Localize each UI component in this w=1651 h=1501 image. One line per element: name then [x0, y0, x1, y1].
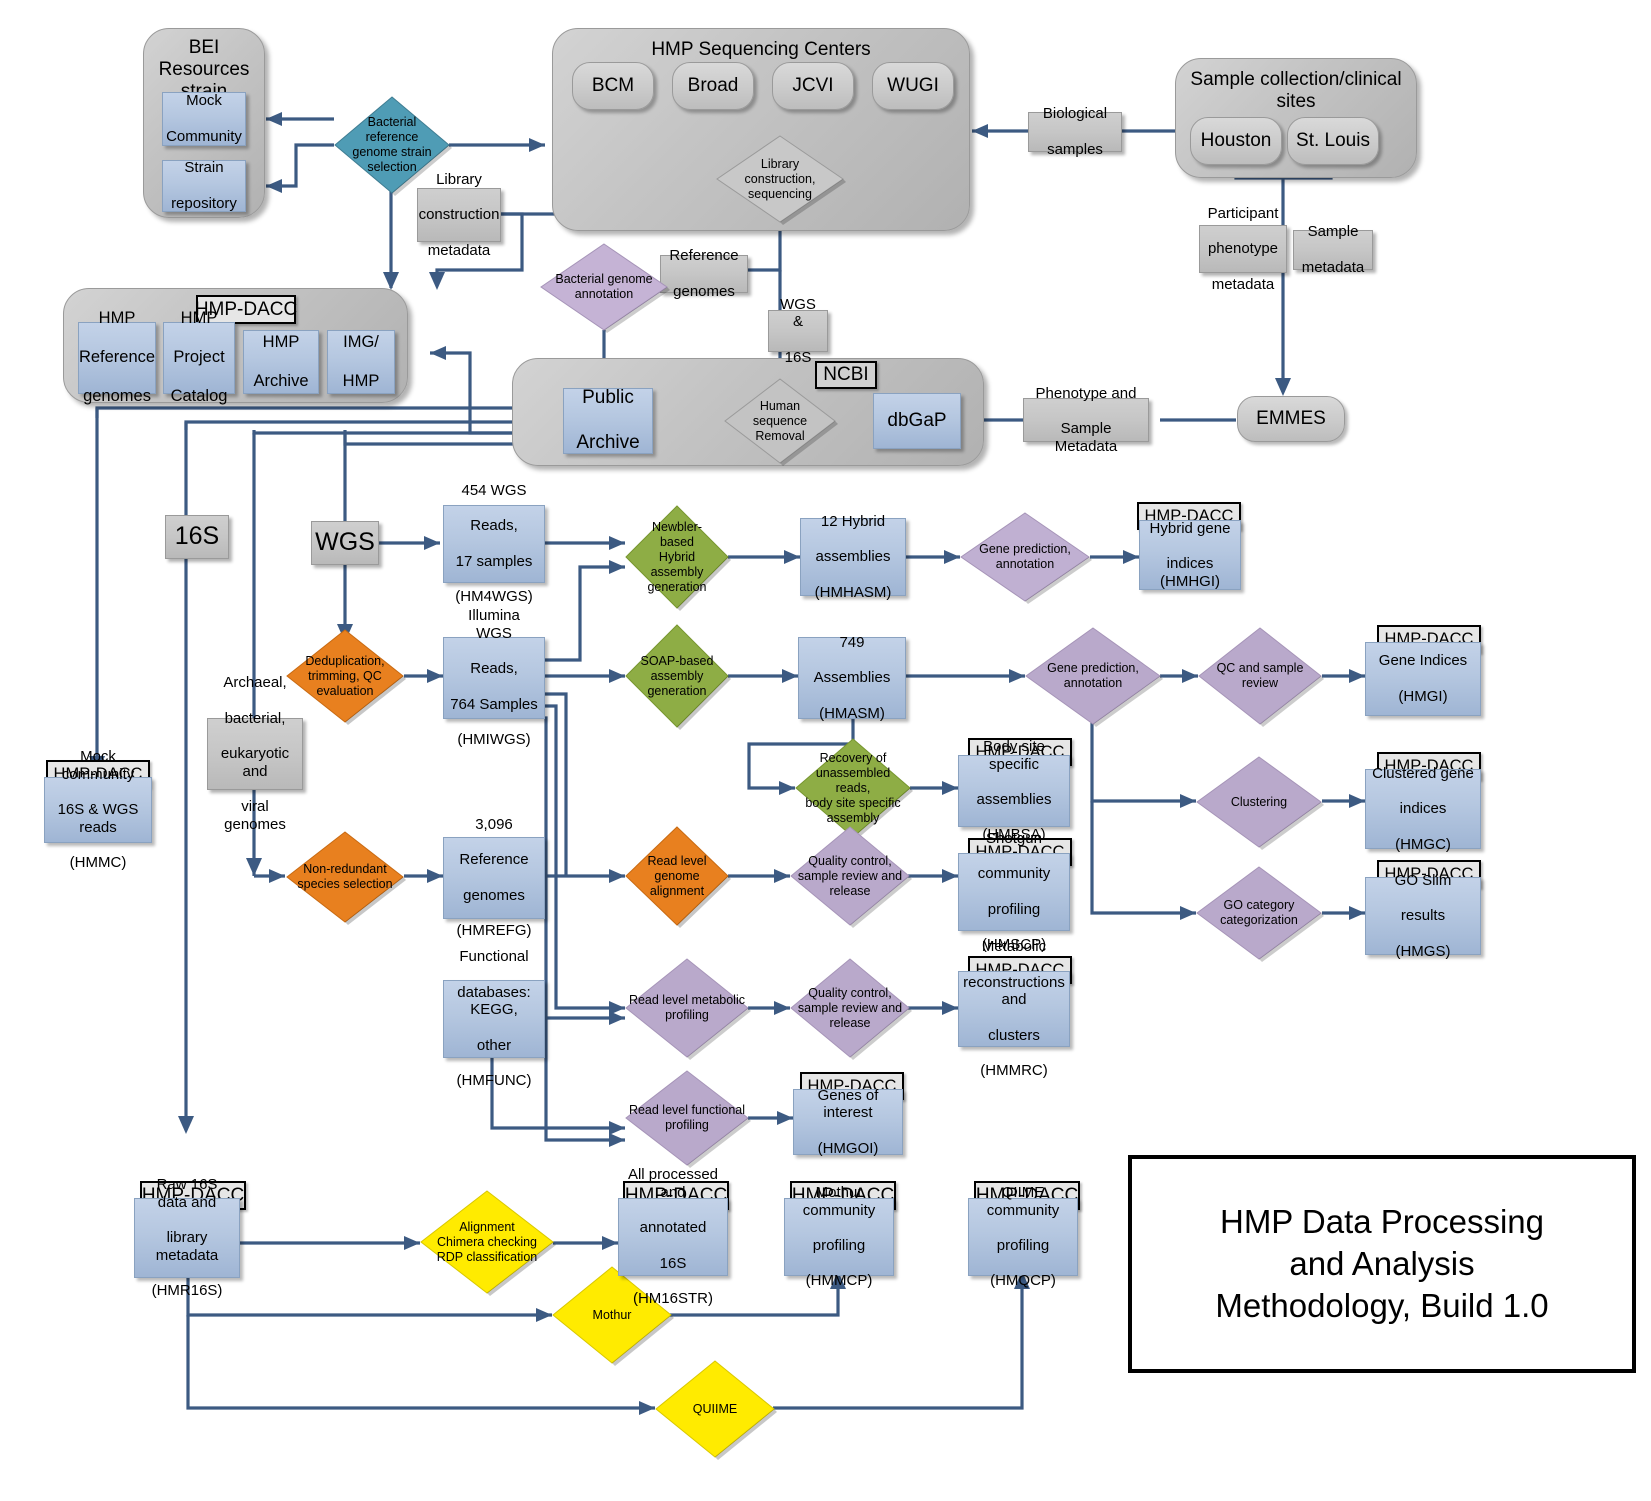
process-clustering[interactable]: Clustering — [1196, 756, 1324, 850]
store-shotgun-community-profiling[interactable]: Shotgun community profiling (HMSCP) — [958, 830, 1070, 953]
store-hmp-archive[interactable]: HMP Archive — [243, 330, 319, 394]
process-bacterial-genome-annotation[interactable]: Bacterial genome annotation — [540, 243, 670, 333]
center-broad[interactable]: Broad — [672, 62, 754, 110]
diagram-canvas: BEI Resources strain repository HMP Sequ… — [0, 0, 1651, 1501]
process-qc-and-sample-review[interactable]: QC and sample review — [1198, 627, 1324, 727]
store-body-site-specific-assemblies[interactable]: Body site specific assemblies (HMBSA) — [958, 738, 1070, 843]
process-quality-control-release-1[interactable]: Quality control, sample review and release — [790, 826, 912, 928]
process-read-level-genome-alignment[interactable]: Read level genome alignment — [625, 826, 731, 928]
process-go-category-categorization[interactable]: GO category categorization — [1196, 866, 1324, 962]
process-alignment-chimera-rdp[interactable]: Alignment Chimera checking RDP classificat… — [420, 1190, 556, 1296]
label-wgs-and-16s: WGS & 16S — [768, 296, 828, 366]
store-go-slim-results[interactable]: GO Slim results (HMGS) — [1365, 872, 1481, 960]
diagram-title-box: HMP Data Processing and Analysis Methodo… — [1128, 1155, 1636, 1373]
process-recovery-unassembled-reads[interactable]: Recovery of unassembled reads, body site s… — [795, 738, 913, 840]
site-st-louis[interactable]: St. Louis — [1287, 117, 1379, 165]
process-human-sequence-removal[interactable]: Human sequence Removal — [724, 378, 838, 466]
site-houston[interactable]: Houston — [1190, 117, 1282, 165]
process-deduplication-trimming-qc[interactable]: Deduplication, trimming, QC evaluation — [286, 629, 406, 725]
store-all-processed-16s[interactable]: All processed and annotated 16S (HM16STR) — [618, 1166, 728, 1307]
store-mock-community[interactable]: Mock Community — [162, 92, 246, 146]
process-read-level-metabolic-profiling[interactable]: Read level metabolic profiling — [625, 958, 751, 1060]
store-749-assemblies[interactable]: 749 Assemblies (HMASM) — [798, 634, 906, 722]
process-library-construction-sequencing[interactable]: Library construction, sequencing — [716, 135, 846, 225]
store-454-wgs-reads[interactable]: 454 WGS Reads, 17 samples (HM4WGS) — [443, 482, 545, 605]
process-non-redundant-species-selection[interactable]: Non-redundant species selection — [286, 831, 406, 925]
label-sample-metadata: Sample metadata — [1293, 223, 1373, 276]
store-raw-16s-data[interactable]: Raw 16S data and library metadata (HMR16S) — [134, 1176, 240, 1299]
store-dbgap[interactable]: dbGaP — [873, 393, 961, 449]
label-library-construction-metadata: Library construction metadata — [417, 170, 501, 259]
center-jcvi[interactable]: JCVI — [772, 62, 854, 110]
process-gene-prediction-annotation-mid[interactable]: Gene prediction, annotation — [1025, 627, 1163, 727]
group-hmp-centers-title: HMP Sequencing Centers — [651, 39, 871, 60]
store-hmp-reference-genomes[interactable]: HMP Reference genomes — [78, 309, 156, 405]
store-qiime-community-profiling[interactable]: QIIME community profiling (HMQCP) — [968, 1184, 1078, 1289]
store-public-archive[interactable]: Public Archive — [563, 387, 653, 454]
center-bcm[interactable]: BCM — [572, 62, 654, 110]
emmes-node[interactable]: EMMES — [1237, 396, 1345, 442]
store-clustered-gene-indices[interactable]: Clustered gene indices (HMGC) — [1365, 765, 1481, 853]
process-quiime[interactable]: QUIIME — [655, 1360, 777, 1460]
store-strain-repository[interactable]: Strain repository — [162, 159, 246, 212]
process-bacterial-ref-strain-selection[interactable]: Bacterial reference genome strain selectio… — [334, 96, 452, 196]
store-genes-of-interest[interactable]: Genes of interest (HMGOI) — [793, 1087, 903, 1157]
label-archaeal-bacterial-genomes: Archaeal, bacterial, eukaryotic and viral g… — [207, 674, 303, 833]
store-img-hmp[interactable]: IMG/HMP — [327, 330, 395, 394]
label-phenotype-sample-metadata: Phenotype and Sample Metadata — [1023, 385, 1149, 455]
store-metabolic-reconstructions[interactable]: Metabolic reconstructions and clusters (HMM… — [958, 938, 1070, 1079]
store-illumina-wgs-reads[interactable]: Illumina WGS Reads, 764 Samples (HMIWGS) — [443, 607, 545, 748]
label-biological-samples: Biological samples — [1028, 105, 1122, 158]
process-read-level-functional-profiling[interactable]: Read level functional profiling — [625, 1070, 751, 1168]
process-quality-control-release-2[interactable]: Quality control, sample review and release — [790, 958, 912, 1060]
store-mothur-community-profiling[interactable]: Mothur community profiling (HMMCP) — [784, 1184, 894, 1289]
store-gene-indices[interactable]: Gene Indices (HMGI) — [1365, 642, 1481, 716]
store-functional-databases[interactable]: Functional databases: KEGG, other (HMFUNC) — [443, 948, 545, 1089]
store-mock-community-reads[interactable]: Mock community 16S & WGS reads (HMMC) — [44, 748, 152, 871]
label-participant-phenotype-metadata: Participant phenotype metadata — [1199, 205, 1287, 293]
store-3096-reference-genomes[interactable]: 3,096 Reference genomes (HMREFG) — [443, 816, 545, 939]
process-soap-assembly-generation[interactable]: SOAP-based assembly generation — [625, 624, 731, 730]
label-reference-genomes: Reference genomes — [660, 247, 748, 300]
store-hmp-project-catalog[interactable]: HMP Project Catalog — [163, 309, 235, 405]
store-hybrid-gene-indices[interactable]: Hybrid gene indices (HMHGI) — [1139, 520, 1241, 590]
store-12-hybrid-assemblies[interactable]: 12 Hybrid assemblies (HMHASM) — [800, 513, 906, 601]
process-gene-prediction-annotation-top[interactable]: Gene prediction, annotation — [960, 512, 1092, 604]
center-wugi[interactable]: WUGI — [872, 62, 954, 110]
process-newbler-hybrid-assembly[interactable]: Newbler-based Hybrid assembly generation — [625, 505, 731, 611]
group-sample-sites-title: Sample collection/clinical sites — [1190, 69, 1402, 112]
label-wgs: WGS — [311, 521, 379, 565]
label-16s: 16S — [165, 515, 229, 559]
